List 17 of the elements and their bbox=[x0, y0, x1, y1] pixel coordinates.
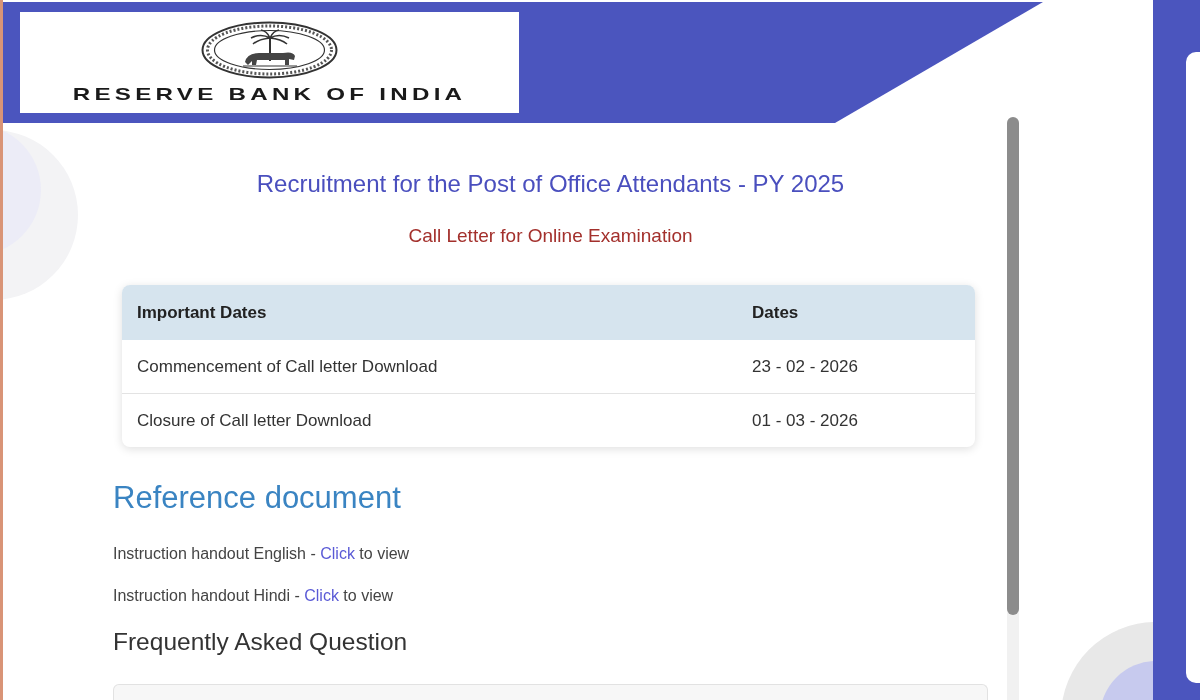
page-title: Recruitment for the Post of Office Attendants - PY 2025 bbox=[255, 169, 846, 199]
table-cell: 01 - 03 - 2026 bbox=[737, 393, 975, 447]
section-heading: Reference document bbox=[113, 479, 402, 517]
table-cell: Commencement of Call letter Download bbox=[122, 340, 737, 394]
seal-icon bbox=[201, 21, 338, 79]
view-link[interactable]: Click bbox=[320, 545, 355, 562]
table-cell: 23 - 02 - 2026 bbox=[737, 340, 975, 394]
faq-accordion-panel[interactable] bbox=[113, 684, 988, 700]
instruction-text: Instruction handout Hindi - Click to view bbox=[113, 586, 395, 606]
view-link[interactable]: Click bbox=[304, 587, 339, 604]
bank-name: RESERVE BANK OF INDIA bbox=[72, 84, 467, 106]
column-header: Important Dates bbox=[122, 285, 737, 340]
page-subtitle: Call Letter for Online Examination bbox=[407, 224, 694, 248]
table-cell: Closure of Call letter Download bbox=[122, 393, 737, 447]
column-header: Dates bbox=[737, 285, 975, 340]
faq-heading: Frequently Asked Question bbox=[113, 627, 409, 657]
instruction-text: Instruction handout English - Click to view bbox=[113, 544, 411, 564]
